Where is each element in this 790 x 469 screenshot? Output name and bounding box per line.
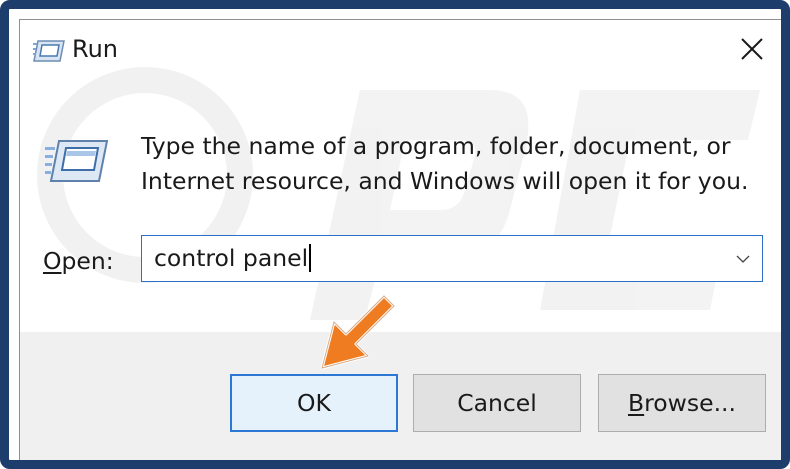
cancel-button-label: Cancel <box>457 389 537 417</box>
window-title: Run <box>72 35 119 63</box>
title-bar: Run <box>20 20 781 80</box>
browse-button[interactable]: Browse... <box>598 374 766 432</box>
ok-button[interactable]: OK <box>230 374 398 432</box>
pointer-arrow-icon <box>320 294 396 370</box>
open-label: Open: <box>43 247 114 275</box>
ok-button-label: OK <box>297 389 331 417</box>
browse-accelerator: B <box>628 389 645 417</box>
dialog-description: Type the name of a program, folder, docu… <box>141 129 761 199</box>
description-line-1: Type the name of a program, folder, docu… <box>141 132 731 160</box>
browse-button-label: rowse... <box>644 389 736 417</box>
text-caret <box>309 244 312 272</box>
close-button[interactable] <box>716 20 781 78</box>
description-line-2: Internet resource, and Windows will open… <box>141 167 749 195</box>
screenshot-frame: Run Type the name of a program, folder, … <box>0 0 790 469</box>
chevron-down-icon <box>736 255 750 263</box>
open-input[interactable]: control panel <box>154 236 312 281</box>
open-label-accelerator: O <box>43 247 62 275</box>
run-icon <box>33 40 65 62</box>
open-input-value: control panel <box>154 244 309 272</box>
open-combobox[interactable]: control panel <box>141 235 763 282</box>
run-dialog: Run Type the name of a program, folder, … <box>19 19 781 460</box>
open-label-text: pen: <box>61 247 114 275</box>
cancel-button[interactable]: Cancel <box>413 374 581 432</box>
close-icon <box>741 38 763 60</box>
dropdown-button[interactable] <box>728 236 758 281</box>
page: Run Type the name of a program, folder, … <box>0 0 790 469</box>
run-program-icon <box>45 140 109 182</box>
